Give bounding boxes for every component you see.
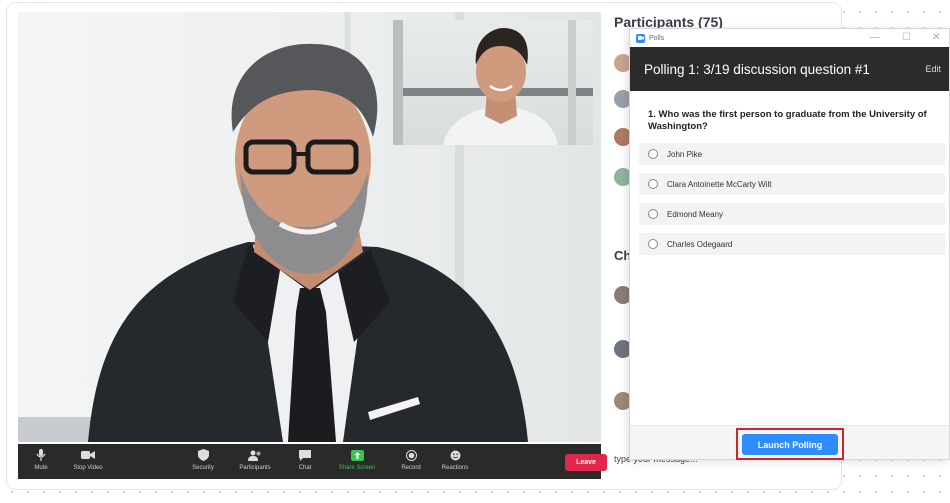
leave-button[interactable]: Leave [565, 454, 607, 471]
share-screen-label: Share Screen [338, 465, 376, 471]
record-button[interactable]: Record [389, 448, 433, 471]
poll-option-label: Charles Odegaard [667, 239, 733, 249]
participants-button[interactable]: Participants [233, 448, 277, 471]
people-icon [248, 448, 262, 462]
microphone-icon [34, 448, 48, 462]
stop-video-label: Stop Video [73, 465, 103, 471]
edit-poll-button[interactable]: Edit [925, 64, 941, 74]
participant-illustration [393, 20, 593, 145]
security-label: Security [192, 465, 214, 471]
stop-video-button[interactable]: Stop Video [66, 448, 110, 471]
poll-option-label: Clara Antoinette McCarty Wilt [667, 179, 772, 189]
poll-option[interactable]: John Pike [639, 143, 945, 165]
launch-polling-button[interactable]: Launch Polling [742, 434, 838, 455]
video-camera-icon [81, 448, 95, 462]
chat-label: Chat [298, 465, 312, 471]
mute-label: Mute [34, 465, 48, 471]
polls-window: Polls — ☐ ✕ Polling 1: 3/19 discussion q… [629, 28, 950, 460]
page: Mute Stop Video Security Participants Ch… [0, 0, 950, 503]
poll-option-label: John Pike [667, 149, 703, 159]
radio-button[interactable] [648, 149, 658, 159]
poll-title: Polling 1: 3/19 discussion question #1 [644, 61, 870, 77]
meeting-control-bar: Mute Stop Video Security Participants Ch… [18, 444, 607, 479]
poll-header: Polling 1: 3/19 discussion question #1 E… [630, 47, 949, 91]
maximize-icon[interactable]: ☐ [902, 32, 911, 43]
reactions-label: Reactions [441, 465, 469, 471]
chat-bubble-icon [298, 448, 312, 462]
poll-option[interactable]: Edmond Meany [639, 203, 945, 225]
record-icon [404, 448, 418, 462]
polls-window-title: Polls [649, 34, 665, 42]
pip-video [393, 20, 593, 145]
radio-button[interactable] [648, 179, 658, 189]
participants-label: Participants [239, 465, 271, 471]
poll-option-label: Edmond Meany [667, 209, 724, 219]
poll-question: 1. Who was the first person to graduate … [648, 109, 927, 132]
share-screen-button[interactable]: Share Screen [335, 448, 379, 471]
chat-button[interactable]: Chat [283, 448, 327, 471]
polls-titlebar: Polls — ☐ ✕ [630, 29, 949, 47]
record-label: Record [401, 465, 421, 471]
poll-footer: Launch Polling [630, 425, 949, 460]
zoom-app-icon [636, 33, 645, 43]
close-icon[interactable]: ✕ [932, 32, 940, 43]
security-button[interactable]: Security [181, 448, 225, 471]
poll-option[interactable]: Clara Antoinette McCarty Wilt [639, 173, 945, 195]
mute-button[interactable]: Mute [19, 448, 63, 471]
shield-icon [196, 448, 210, 462]
reactions-button[interactable]: Reactions [433, 448, 477, 471]
minimize-icon[interactable]: — [870, 32, 880, 43]
radio-button[interactable] [648, 239, 658, 249]
radio-button[interactable] [648, 209, 658, 219]
share-screen-icon [350, 448, 364, 462]
emoji-icon [448, 448, 462, 462]
poll-option[interactable]: Charles Odegaard [639, 233, 945, 255]
